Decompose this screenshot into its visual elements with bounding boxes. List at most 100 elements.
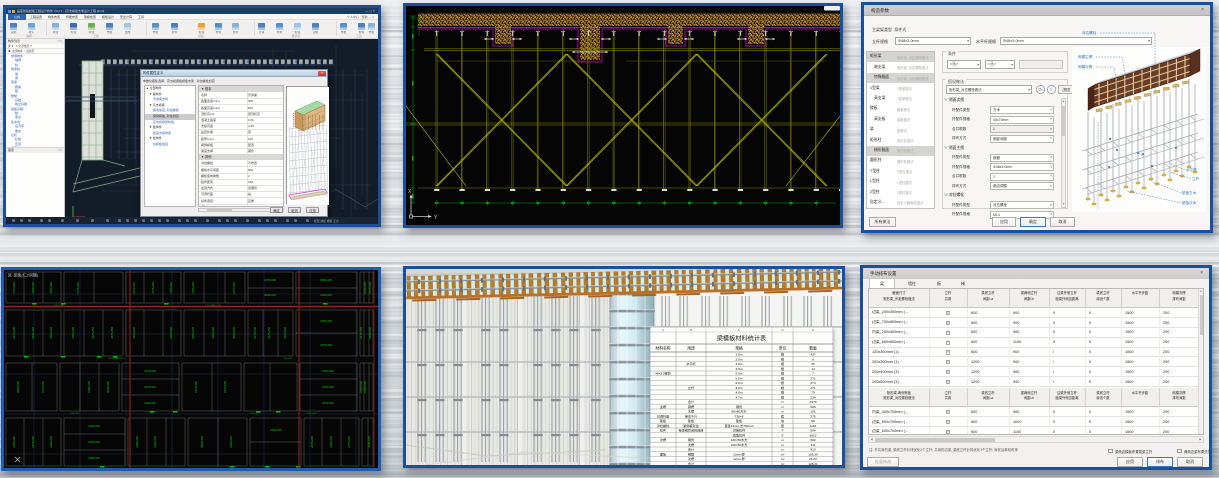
svg-text:垫板: 垫板 [736,418,742,423]
svg-text:504: 504 [810,429,815,433]
svg-text:次楞: 次楞 [688,456,694,461]
svg-text:2475x250: 2475x250 [359,327,363,339]
svg-text:12mm厚: 12mm厚 [733,451,745,456]
svg-text:2400x250: 2400x250 [12,436,16,448]
svg-text:T38×6: T38×6 [735,414,744,418]
svg-text:B: B [690,328,692,332]
svg-text:2475x300: 2475x300 [12,327,16,339]
svg-text:2350x300: 2350x300 [88,456,100,460]
svg-text:垫板: 垫板 [688,418,694,423]
svg-text:对拉螺栓: 对拉螺栓 [657,423,669,428]
svg-text:2400x300: 2400x300 [211,327,215,339]
svg-text:次楞: 次楞 [660,437,666,442]
svg-text:106.39: 106.39 [808,452,818,456]
svg-text:2475x250: 2475x250 [41,381,45,393]
svg-text:6.0m: 6.0m [736,381,743,385]
svg-text:2350x300: 2350x300 [229,436,233,448]
svg-text:2350x300: 2350x300 [49,327,53,339]
svg-text:2400x300: 2400x300 [322,369,334,373]
svg-text:271: 271 [810,376,815,380]
svg-text:2350x300: 2350x300 [191,282,195,294]
svg-text:3000x300: 3000x300 [200,436,204,448]
svg-text:根: 根 [781,380,784,385]
svg-text:4479: 4479 [810,400,817,404]
svg-text:2475x250: 2475x250 [132,282,136,294]
svg-text:3000x300: 3000x300 [16,381,20,393]
svg-text:100×50木方: 100×50木方 [731,442,748,447]
svg-text:3000x300: 3000x300 [322,401,334,405]
svg-text:2350x300: 2350x300 [135,436,139,448]
svg-text:m: m [781,443,784,447]
svg-text:2475x300: 2475x300 [223,381,227,393]
svg-text:个: 个 [781,429,784,433]
svg-text:2400x300: 2400x300 [108,358,118,360]
svg-text:5.5m: 5.5m [736,376,743,380]
svg-text:2475x300: 2475x300 [144,369,156,373]
svg-text:2475x300: 2475x300 [144,385,156,389]
svg-text:4.7m: 4.7m [736,395,743,399]
svg-text:3822: 3822 [810,433,817,437]
svg-text:2400x300: 2400x300 [363,381,367,393]
svg-text:区·梁板(仁2间棚): 区·梁板(仁2间棚) [8,272,39,278]
svg-text:个: 个 [781,433,784,437]
svg-text:1.0m: 1.0m [736,353,743,357]
svg-text:2350x300: 2350x300 [191,327,195,339]
svg-text:3000x300: 3000x300 [264,293,276,297]
svg-text:2400x300: 2400x300 [70,413,80,415]
svg-text:79: 79 [811,391,815,395]
svg-text:E: E [812,328,814,332]
svg-text:2400x250: 2400x250 [322,385,334,389]
svg-text:2475x300: 2475x300 [12,282,16,294]
svg-text:2475x250: 2475x250 [253,327,257,339]
svg-text:合计: 合计 [688,447,694,452]
svg-text:2475x250: 2475x250 [267,327,271,339]
svg-text:2400x300: 2400x300 [132,327,136,339]
svg-text:2400x300: 2400x300 [87,381,91,393]
svg-text:套: 套 [781,423,784,428]
svg-text:21.22: 21.22 [809,457,817,461]
svg-text:2400x300: 2400x300 [169,282,173,294]
svg-text:14: 14 [811,367,815,371]
svg-text:66: 66 [811,419,815,423]
svg-text:根: 根 [781,352,784,357]
svg-text:扣件: 扣件 [660,428,666,433]
svg-text:234: 234 [810,395,815,399]
svg-text:m: m [781,405,784,409]
svg-text:2475x300: 2475x300 [320,343,332,347]
svg-text:2400x300: 2400x300 [329,436,333,448]
svg-text:2350x300: 2350x300 [153,436,157,448]
svg-text:根: 根 [781,375,784,380]
svg-text:架体钢管间的连接: 架体钢管间的连接 [679,428,704,433]
svg-text:3000x300: 3000x300 [367,436,371,448]
svg-text:2475x300: 2475x300 [264,278,276,282]
svg-text:4.0m: 4.0m [736,391,743,395]
svg-text:12mm厚: 12mm厚 [733,456,745,461]
svg-text:规格: 规格 [735,346,743,351]
svg-text:2400x300: 2400x300 [49,436,53,448]
svg-text:2475x300: 2475x300 [151,282,155,294]
svg-text:根: 根 [781,356,784,361]
svg-text:2400x300: 2400x300 [31,282,35,294]
svg-text:根: 根 [781,390,784,395]
svg-text:3000x300: 3000x300 [106,381,110,393]
svg-text:3.0m: 3.0m [736,386,743,390]
svg-text:木楞: 木楞 [688,409,694,414]
svg-text:2475x250: 2475x250 [347,436,351,448]
svg-text:2475x250: 2475x250 [91,327,95,339]
svg-text:合计: 合计 [688,461,694,466]
svg-text:2400x300: 2400x300 [283,358,293,360]
svg-text:合计: 合计 [688,399,694,404]
svg-text:2400x300: 2400x300 [88,424,100,428]
svg-text:2400x300: 2400x300 [250,413,260,415]
svg-text:2350x300: 2350x300 [283,327,287,339]
svg-text:梁模板材料统计表: 梁模板材料统计表 [717,335,767,343]
svg-text:1191: 1191 [810,424,817,428]
svg-text:2400x250: 2400x250 [368,327,372,339]
svg-text:602: 602 [810,438,815,442]
svg-text:4.0m: 4.0m [736,362,743,366]
svg-text:直径14mm,长700mm: 直径14mm,长700mm [724,423,753,428]
svg-text:2400x300: 2400x300 [307,413,317,415]
svg-text:7: 7 [812,372,814,376]
svg-text:单位: 单位 [779,346,787,351]
svg-text:可调托座: 可调托座 [657,413,669,418]
